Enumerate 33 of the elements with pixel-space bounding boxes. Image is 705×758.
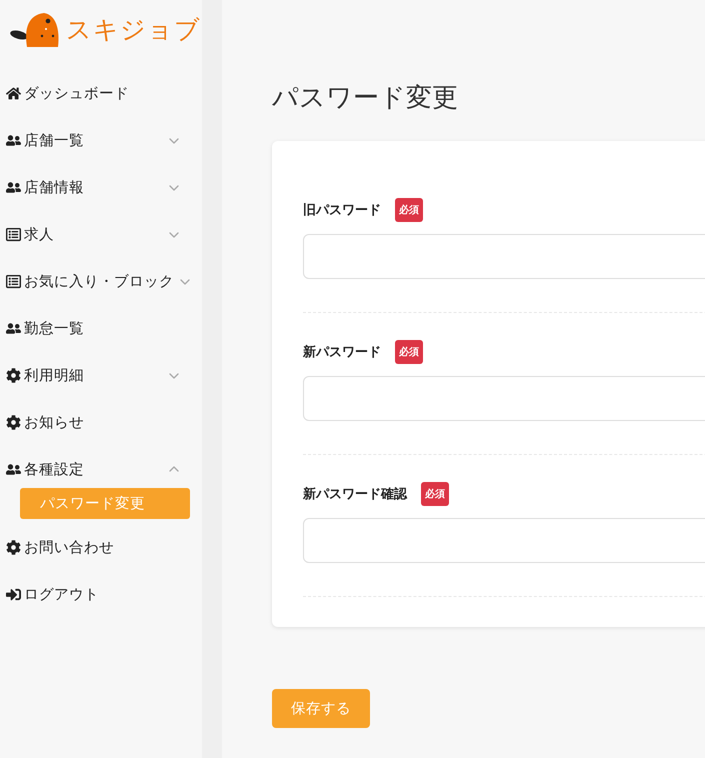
password-field[interactable] (303, 234, 705, 279)
users-icon (6, 462, 21, 476)
required-badge: 必須 (421, 482, 449, 506)
logo-text: スキジョブ (66, 14, 201, 46)
users-icon (6, 180, 21, 195)
nav-item[interactable]: 求人 (0, 211, 202, 258)
nav-item[interactable]: 利用明細 (0, 352, 202, 399)
settings-icon (6, 368, 21, 383)
field-label: 新パスワード確認 (303, 486, 407, 503)
nav-item[interactable]: ダッシュボード (0, 70, 202, 117)
settings-icon (6, 540, 21, 555)
nav-item[interactable]: 店舗情報 (0, 164, 202, 211)
list-icon (6, 274, 21, 289)
nav-item[interactable]: お問い合わせ (0, 524, 202, 571)
nav-item[interactable]: ログアウト (0, 571, 202, 618)
password-field[interactable] (303, 376, 705, 421)
nav-item[interactable]: お気に入り・ブロック (0, 258, 202, 305)
nav-item[interactable]: 各種設定 (0, 450, 202, 488)
page-title: パスワード変更 (272, 82, 459, 115)
logout-icon (6, 587, 21, 602)
nav-item[interactable]: お知らせ (0, 399, 202, 446)
required-badge: 必須 (395, 340, 423, 364)
users-icon (6, 321, 21, 336)
password-field[interactable] (303, 518, 705, 563)
list-icon (6, 227, 21, 242)
home-icon (6, 86, 21, 101)
field-label: 新パスワード (303, 344, 381, 361)
nav-item[interactable]: 勤怠一覧 (0, 305, 202, 352)
field-label: 旧パスワード (303, 202, 381, 219)
users-icon (6, 133, 21, 148)
nav-item[interactable]: 店舗一覧 (0, 117, 202, 164)
required-badge: 必須 (395, 198, 423, 222)
settings-icon (6, 415, 21, 430)
